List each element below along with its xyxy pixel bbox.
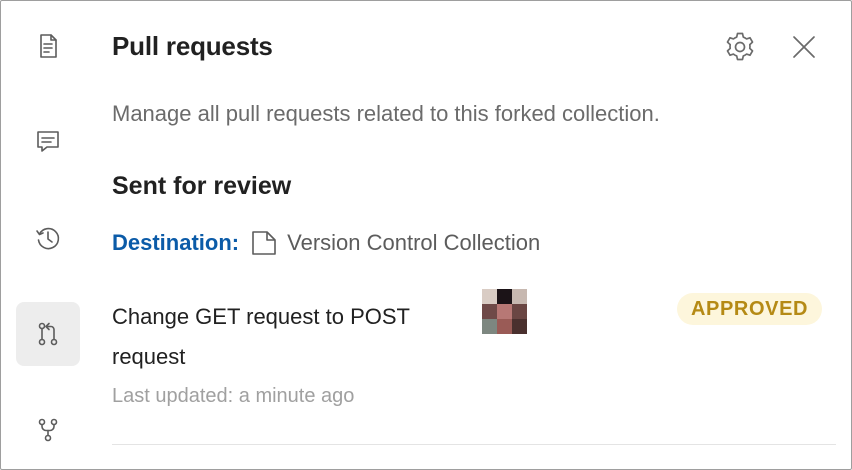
avatar-pixel	[497, 289, 512, 304]
avatar	[482, 289, 527, 334]
avatar-pixel	[482, 304, 497, 319]
collection-icon	[249, 228, 279, 258]
section-title: Sent for review	[112, 172, 292, 200]
avatar-pixel	[512, 319, 527, 334]
panel-description: Manage all pull requests related to this…	[112, 101, 660, 126]
sidebar-item-comments[interactable]	[16, 109, 80, 173]
destination-label: Destination:	[112, 230, 240, 255]
pull-request-title[interactable]: Change GET request to POST request	[112, 297, 462, 377]
last-updated-text: Last updated: a minute ago	[112, 385, 355, 407]
pull-request-icon	[38, 322, 58, 346]
close-button[interactable]	[784, 27, 824, 67]
history-icon	[36, 227, 60, 250]
avatar-pixel	[482, 289, 497, 304]
avatar-pixel	[512, 289, 527, 304]
sidebar-item-documentation[interactable]	[16, 14, 80, 78]
document-icon	[40, 34, 57, 58]
avatar-pixel	[482, 319, 497, 334]
avatar-pixel	[497, 304, 512, 319]
avatar-pixel	[497, 319, 512, 334]
sidebar-item-pull-requests[interactable]	[16, 302, 80, 366]
pull-requests-panel: Pull requests Manage all pull requests r…	[0, 0, 852, 470]
divider	[112, 444, 836, 445]
close-icon	[793, 36, 815, 58]
sidebar-rail	[1, 1, 96, 469]
avatar-pixel	[512, 304, 527, 319]
destination-row: Destination: Version Control Collection	[112, 228, 540, 258]
sidebar-item-history[interactable]	[16, 206, 80, 270]
page-title: Pull requests	[112, 31, 273, 61]
status-badge: APPROVED	[677, 293, 823, 325]
sidebar-item-forks[interactable]	[16, 398, 80, 462]
comment-icon	[37, 131, 59, 152]
settings-button[interactable]	[720, 27, 760, 67]
fork-icon	[38, 418, 58, 442]
destination-collection-link[interactable]: Version Control Collection	[287, 230, 540, 256]
gear-icon	[726, 32, 754, 61]
